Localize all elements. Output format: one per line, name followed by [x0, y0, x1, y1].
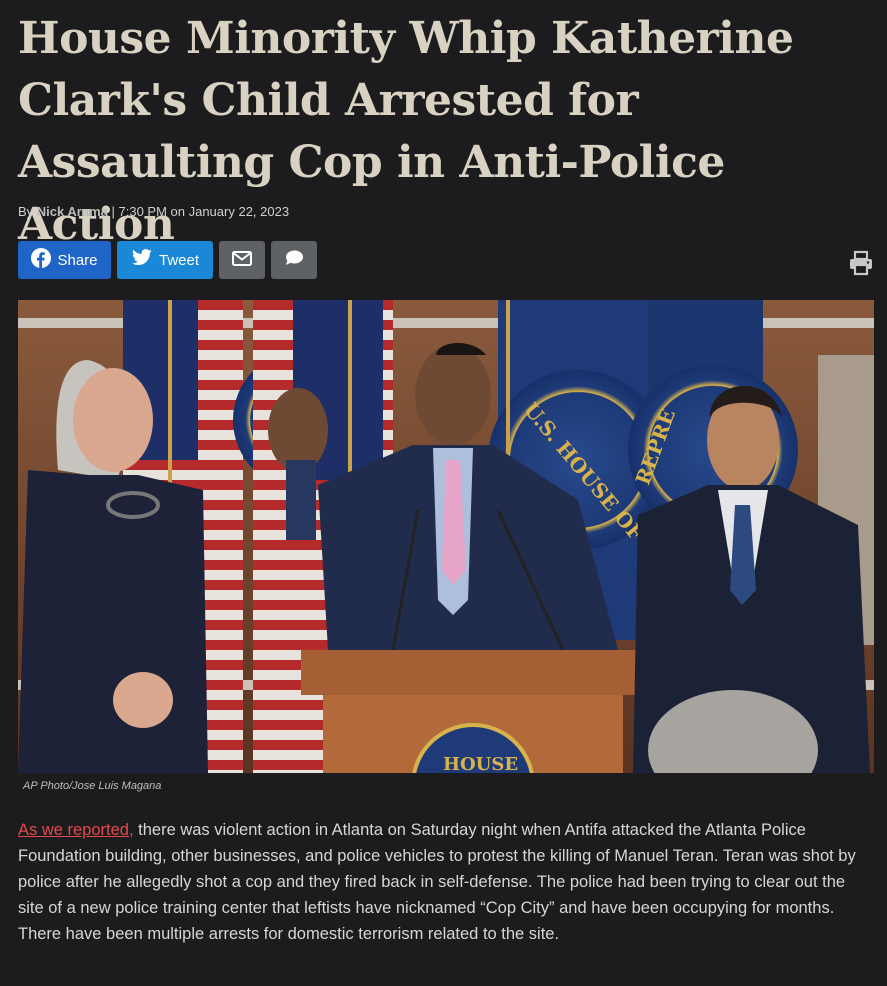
podium: HOUSE — [301, 650, 646, 773]
facebook-share-label: Share — [57, 251, 98, 269]
byline-prefix: By — [18, 204, 34, 219]
article-paragraph: As we reported, there was violent action… — [18, 817, 868, 947]
twitter-tweet-label: Tweet — [158, 251, 200, 269]
byline-separator: | — [111, 204, 115, 219]
envelope-icon — [232, 250, 252, 270]
facebook-icon — [31, 248, 52, 272]
publish-timestamp: 7:30 PM on January 22, 2023 — [118, 204, 290, 219]
print-button[interactable] — [848, 250, 874, 276]
twitter-bird-icon — [131, 249, 153, 271]
photo-caption: AP Photo/Jose Luis Magana — [23, 780, 162, 792]
share-buttons: Share Tweet — [18, 241, 317, 279]
email-share-button[interactable] — [219, 241, 265, 279]
facebook-share-button[interactable]: Share — [18, 241, 111, 279]
as-we-reported-link[interactable]: As we reported, — [18, 821, 134, 839]
article-page: House Minority Whip Katherine Clark's Ch… — [0, 0, 887, 986]
comments-button[interactable] — [271, 241, 317, 279]
author-link[interactable]: Nick Arama — [37, 204, 108, 219]
byline: By Nick Arama | 7:30 PM on January 22, 2… — [18, 204, 289, 219]
podium-text: HOUSE — [443, 754, 518, 773]
paragraph-text: there was violent action in Atlanta on S… — [18, 821, 856, 943]
print-icon — [848, 250, 874, 280]
comment-icon — [284, 249, 304, 271]
press-conference-illustration: U.S. HOUSE OF REPRE HOUSE — [18, 300, 874, 773]
twitter-tweet-button[interactable]: Tweet — [117, 241, 213, 279]
article-hero-photo: U.S. HOUSE OF REPRE HOUSE — [18, 300, 874, 773]
